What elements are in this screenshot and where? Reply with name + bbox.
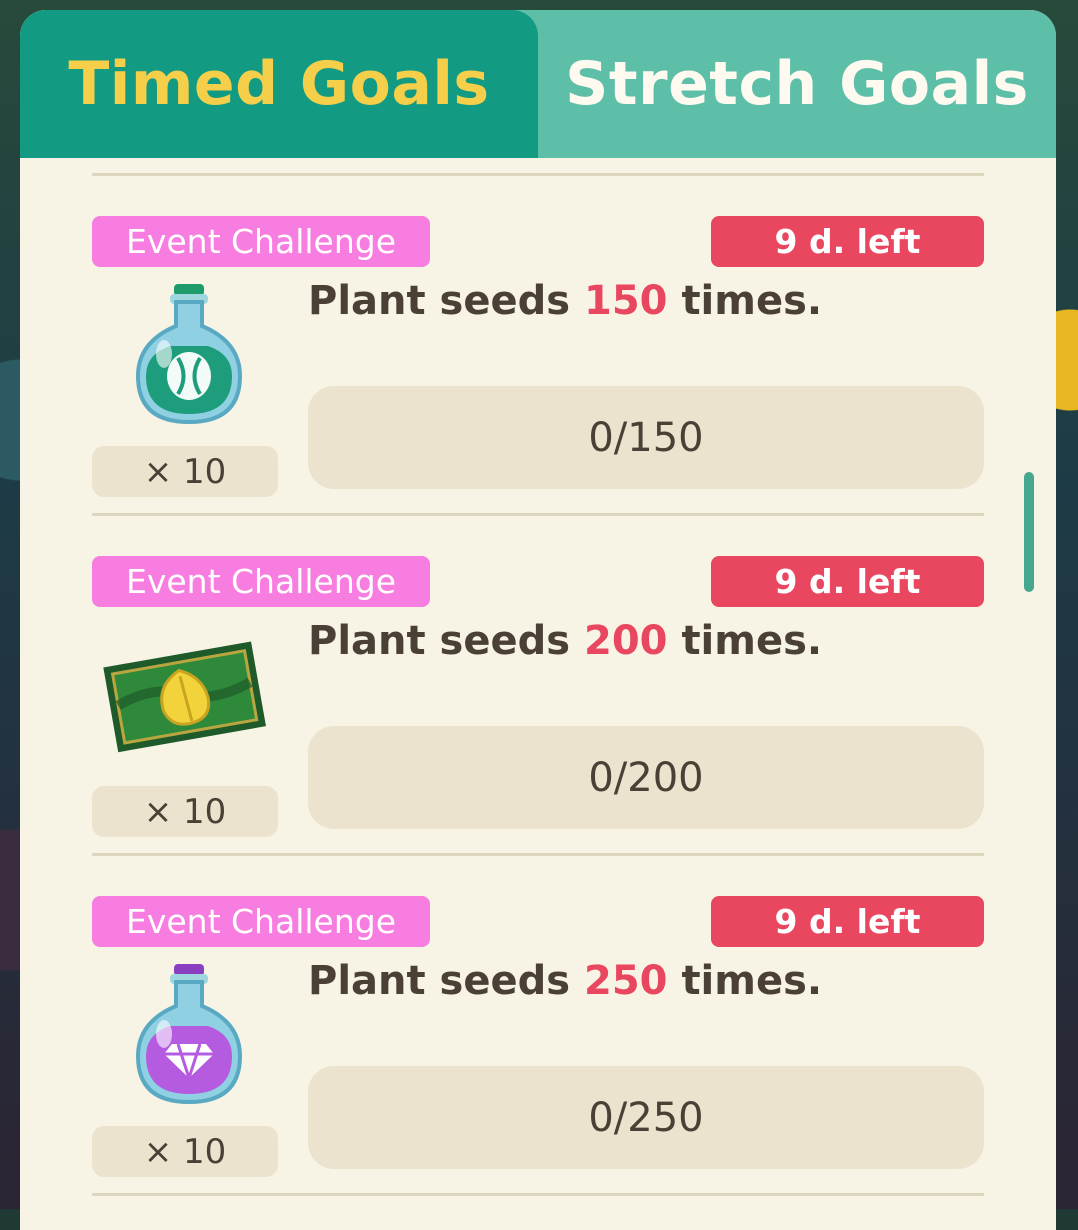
goal-target-number: 150 — [584, 278, 668, 324]
progress-text: 0/250 — [588, 1094, 704, 1141]
progress-text: 0/200 — [588, 754, 704, 801]
event-challenge-badge: Event Challenge — [92, 896, 430, 947]
time-left-badge: 9 d. left — [711, 216, 984, 267]
green-potion-icon — [96, 284, 272, 434]
time-left-badge: 9 d. left — [711, 556, 984, 607]
tab-stretch-goals[interactable]: Stretch Goals — [538, 10, 1056, 158]
goal-description: Plant seeds 250 times. — [308, 958, 823, 1004]
divider — [92, 1193, 984, 1196]
goal-item: Event Challenge 9 d. left × 10 Plant see… — [92, 856, 984, 1193]
goal-description: Plant seeds 150 times. — [308, 278, 823, 324]
scrollbar[interactable] — [1024, 472, 1034, 592]
progress-bar: 0/200 — [308, 726, 984, 829]
tab-timed-goals[interactable]: Timed Goals — [20, 10, 538, 158]
tab-bar: Timed Goals Stretch Goals — [20, 10, 1056, 158]
progress-bar: 0/150 — [308, 386, 984, 489]
goal-target-number: 200 — [584, 618, 668, 664]
event-challenge-badge: Event Challenge — [92, 556, 430, 607]
reward-quantity: × 10 — [92, 786, 278, 837]
reward-quantity: × 10 — [92, 1126, 278, 1177]
event-challenge-badge: Event Challenge — [92, 216, 430, 267]
goal-item: Event Challenge 9 d. left × 10 Plant see… — [92, 516, 984, 853]
progress-text: 0/150 — [588, 414, 704, 461]
goals-panel: Timed Goals Stretch Goals Event Challeng… — [20, 10, 1056, 1230]
goal-list[interactable]: Event Challenge 9 d. left × 10 Plant see… — [92, 173, 984, 1196]
goal-description: Plant seeds 200 times. — [308, 618, 823, 664]
progress-bar: 0/250 — [308, 1066, 984, 1169]
leaf-ticket-icon — [96, 624, 272, 774]
purple-potion-icon — [96, 964, 272, 1114]
goal-target-number: 250 — [584, 958, 668, 1004]
reward-quantity: × 10 — [92, 446, 278, 497]
goal-item: Event Challenge 9 d. left × 10 Plant see… — [92, 176, 984, 513]
time-left-badge: 9 d. left — [711, 896, 984, 947]
